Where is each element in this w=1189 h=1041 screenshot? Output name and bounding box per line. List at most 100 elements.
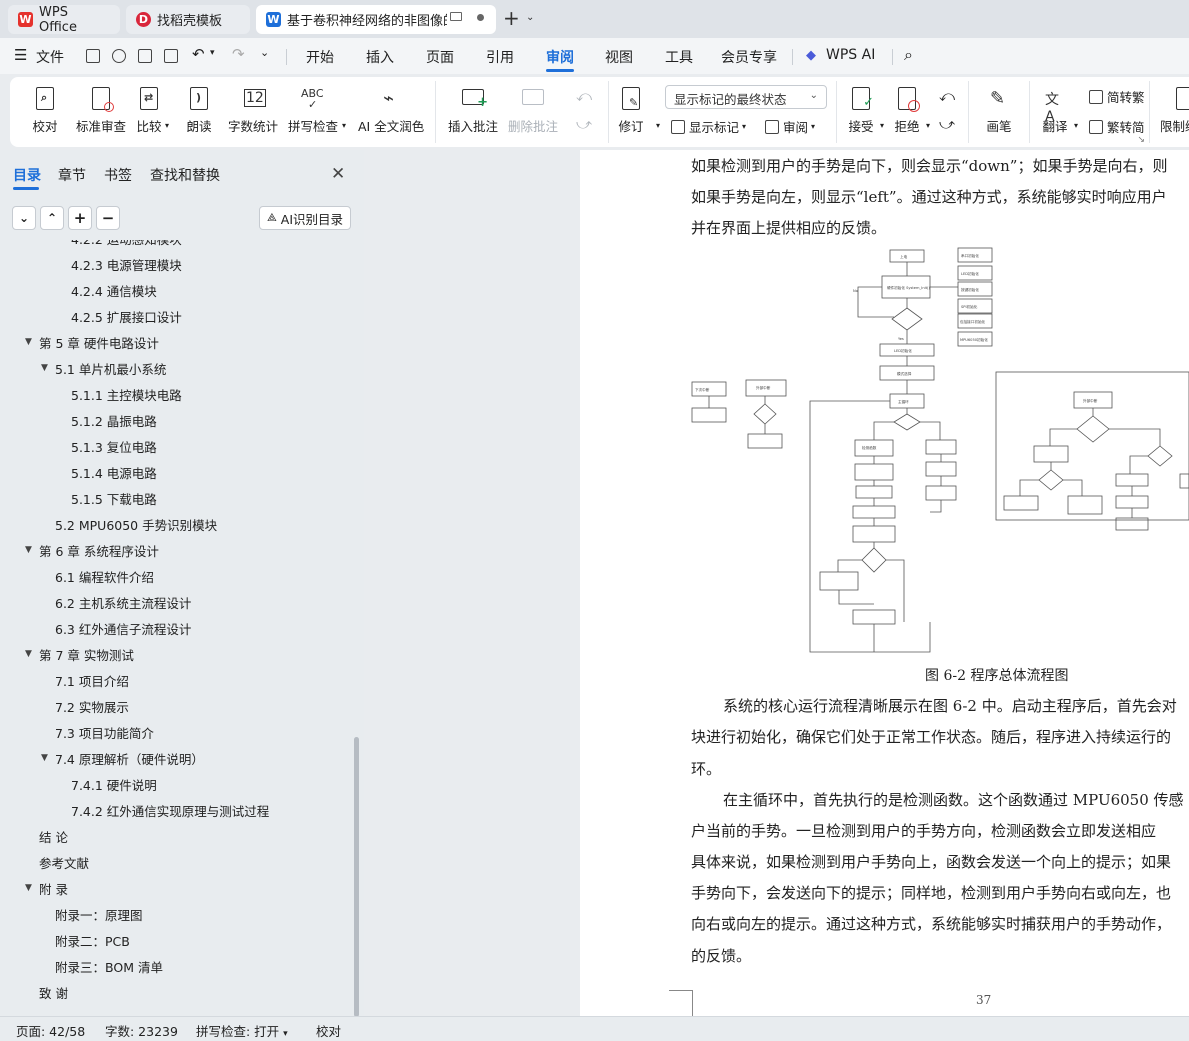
toc-item[interactable]: ▼ 第 7 章 实物测试: [0, 641, 350, 667]
print-icon[interactable]: [138, 49, 152, 63]
tab-current-document[interactable]: W 基于卷积神经网络的非图像的: [256, 5, 496, 34]
add-heading-button[interactable]: +: [68, 206, 92, 230]
toc-item[interactable]: 4.2.5 扩展接口设计: [0, 303, 350, 329]
toc-item[interactable]: 7.3 项目功能简介: [0, 719, 350, 745]
menu-review[interactable]: 审阅: [546, 47, 574, 67]
review-pane-button[interactable]: 审阅 ▾: [765, 117, 815, 136]
toc-item[interactable]: 参考文献: [0, 849, 350, 875]
proofread-indicator[interactable]: 校对: [316, 1021, 341, 1040]
tab-docer-templates[interactable]: D 找稻壳模板: [126, 5, 250, 34]
collapse-down-button[interactable]: ⌄: [12, 206, 36, 230]
reject-button[interactable]: 拒绝 ▾: [894, 77, 930, 147]
show-markup-button[interactable]: 显示标记 ▾: [671, 117, 746, 136]
close-icon[interactable]: ✕: [331, 164, 345, 184]
ai-polish-button[interactable]: ⌁ AI 全文润色: [358, 77, 424, 147]
expand-triangle-icon[interactable]: ▼: [25, 883, 32, 893]
expand-triangle-icon[interactable]: ▼: [25, 337, 32, 347]
toc-item[interactable]: 致 谢: [0, 979, 350, 1005]
expand-triangle-icon[interactable]: ▼: [41, 363, 48, 373]
revise-button[interactable]: ✎ 修订 ▾: [618, 77, 660, 147]
toc-item[interactable]: 4.2.4 通信模块: [0, 277, 350, 303]
read-aloud-button[interactable]: ) 朗读: [186, 77, 212, 147]
expand-triangle-icon[interactable]: ▼: [25, 649, 32, 659]
toc-item[interactable]: 5.1.4 电源电路: [0, 459, 350, 485]
more-chevron-icon[interactable]: ⌄: [260, 46, 269, 59]
menu-wps-ai[interactable]: WPS AI: [826, 47, 875, 63]
nav-tab-bookmarks[interactable]: 书签: [104, 165, 132, 185]
save-icon[interactable]: [86, 49, 100, 63]
page-indicator[interactable]: 页面: 42/58: [16, 1021, 85, 1040]
toc-item[interactable]: 6.2 主机系统主流程设计: [0, 589, 350, 615]
word-count-button[interactable]: 12 字数统计: [228, 77, 278, 147]
menu-page[interactable]: 页面: [426, 47, 454, 67]
traditional-to-simplified-button[interactable]: 繁转简: [1089, 117, 1145, 136]
toc-item[interactable]: ▼ 7.4 原理解析（硬件说明）: [0, 745, 350, 771]
toc-item[interactable]: 7.2 实物展示: [0, 693, 350, 719]
toc-item[interactable]: 5.1.5 下载电路: [0, 485, 350, 511]
toc-item[interactable]: 7.4.2 红外通信实现原理与测试过程: [0, 797, 350, 823]
nav-tab-find-replace[interactable]: 查找和替换: [150, 165, 220, 185]
spell-check-button[interactable]: ABC ✓ 拼写检查 ▾: [288, 77, 346, 147]
remove-heading-button[interactable]: −: [96, 206, 120, 230]
toc-item[interactable]: 7.1 项目介绍: [0, 667, 350, 693]
toc-item[interactable]: ▼ 第 6 章 系统程序设计: [0, 537, 350, 563]
print-preview-icon[interactable]: [164, 49, 178, 63]
nav-tab-toc[interactable]: 目录: [13, 165, 41, 185]
proofread-button[interactable]: ⌕ 校对: [32, 77, 58, 147]
pen-button[interactable]: ✎ 画笔: [986, 77, 1012, 147]
accept-button[interactable]: ✓ 接受 ▾: [848, 77, 884, 147]
toc-item[interactable]: 结 论: [0, 823, 350, 849]
restrict-editing-button[interactable]: 限制编辑: [1160, 77, 1189, 147]
document-page[interactable]: 如果检测到用户的手势是向下，则会显示“down”；如果手势是向右，则 如果手势是…: [580, 150, 1189, 1016]
toc-item[interactable]: 6.3 红外通信子流程设计: [0, 615, 350, 641]
redo-icon[interactable]: ↷: [232, 45, 245, 63]
unsaved-dot-icon[interactable]: [477, 14, 484, 21]
toc-item[interactable]: 5.1.1 主控模块电路: [0, 381, 350, 407]
toc-item[interactable]: ▼ 第 5 章 硬件电路设计: [0, 329, 350, 355]
previous-change-icon[interactable]: ⤺: [939, 87, 955, 105]
menu-start[interactable]: 开始: [306, 47, 334, 67]
toc-item[interactable]: 附录三：BOM 清单: [0, 953, 350, 979]
compare-button[interactable]: ⇄ 比较 ▾: [136, 77, 169, 147]
spell-check-indicator[interactable]: 拼写检查: 打开 ▾: [196, 1021, 288, 1040]
toc-item[interactable]: 附录一：原理图: [0, 901, 350, 927]
standard-review-button[interactable]: 标准审查: [76, 77, 126, 147]
expand-triangle-icon[interactable]: ▼: [41, 753, 48, 763]
insert-comment-button[interactable]: + 插入批注: [448, 77, 498, 147]
tab-wps-office[interactable]: W WPS Office: [8, 5, 120, 35]
menu-insert[interactable]: 插入: [366, 47, 394, 67]
share-icon[interactable]: [112, 49, 126, 63]
toc-item[interactable]: 6.1 编程软件介绍: [0, 563, 350, 589]
word-count-indicator[interactable]: 字数: 23239: [105, 1021, 178, 1040]
simplified-to-traditional-button[interactable]: 简转繁: [1089, 87, 1145, 106]
toc-item[interactable]: ▼ 附 录: [0, 875, 350, 901]
ribbon-expand-icon[interactable]: ↘: [1137, 135, 1145, 145]
toc-item[interactable]: 4.2.3 电源管理模块: [0, 251, 350, 277]
toc-item[interactable]: 5.1.2 晶振电路: [0, 407, 350, 433]
next-change-icon[interactable]: ⤻: [939, 115, 955, 133]
toc-item[interactable]: ▼ 5.1 单片机最小系统: [0, 355, 350, 381]
monitor-icon[interactable]: [450, 12, 462, 21]
toc-item[interactable]: 7.4.1 硬件说明: [0, 771, 350, 797]
menu-member[interactable]: 会员专享: [721, 47, 777, 67]
menu-references[interactable]: 引用: [486, 47, 514, 67]
expand-triangle-icon[interactable]: ▼: [25, 545, 32, 555]
toc-item[interactable]: 4.2.2 运动感知模块: [0, 240, 350, 251]
next-comment-icon[interactable]: ⤻: [576, 115, 592, 133]
previous-comment-icon[interactable]: ⤺: [576, 87, 592, 105]
collapse-up-button[interactable]: ⌃: [40, 206, 64, 230]
toc-item[interactable]: 5.2 MPU6050 手势识别模块: [0, 511, 350, 537]
menu-view[interactable]: 视图: [605, 47, 633, 67]
undo-icon[interactable]: ↶: [192, 45, 205, 63]
translate-button[interactable]: 文A 翻译 ▾: [1042, 77, 1078, 147]
nav-tab-sections[interactable]: 章节: [58, 165, 86, 185]
markup-state-select[interactable]: 显示标记的最终状态 ⌄: [665, 85, 827, 109]
hamburger-icon[interactable]: ☰: [14, 46, 27, 64]
ai-toc-button[interactable]: ⟁ AI识别目录: [259, 206, 351, 230]
new-tab-plus-icon[interactable]: +: [503, 8, 520, 28]
undo-chevron-icon[interactable]: ▾: [210, 48, 215, 58]
tab-list-chevron-icon[interactable]: ⌄: [526, 12, 534, 23]
delete-comment-button[interactable]: 删除批注: [508, 77, 558, 147]
toc-item[interactable]: 附录二：PCB: [0, 927, 350, 953]
toc-scrollbar[interactable]: [354, 737, 359, 1017]
